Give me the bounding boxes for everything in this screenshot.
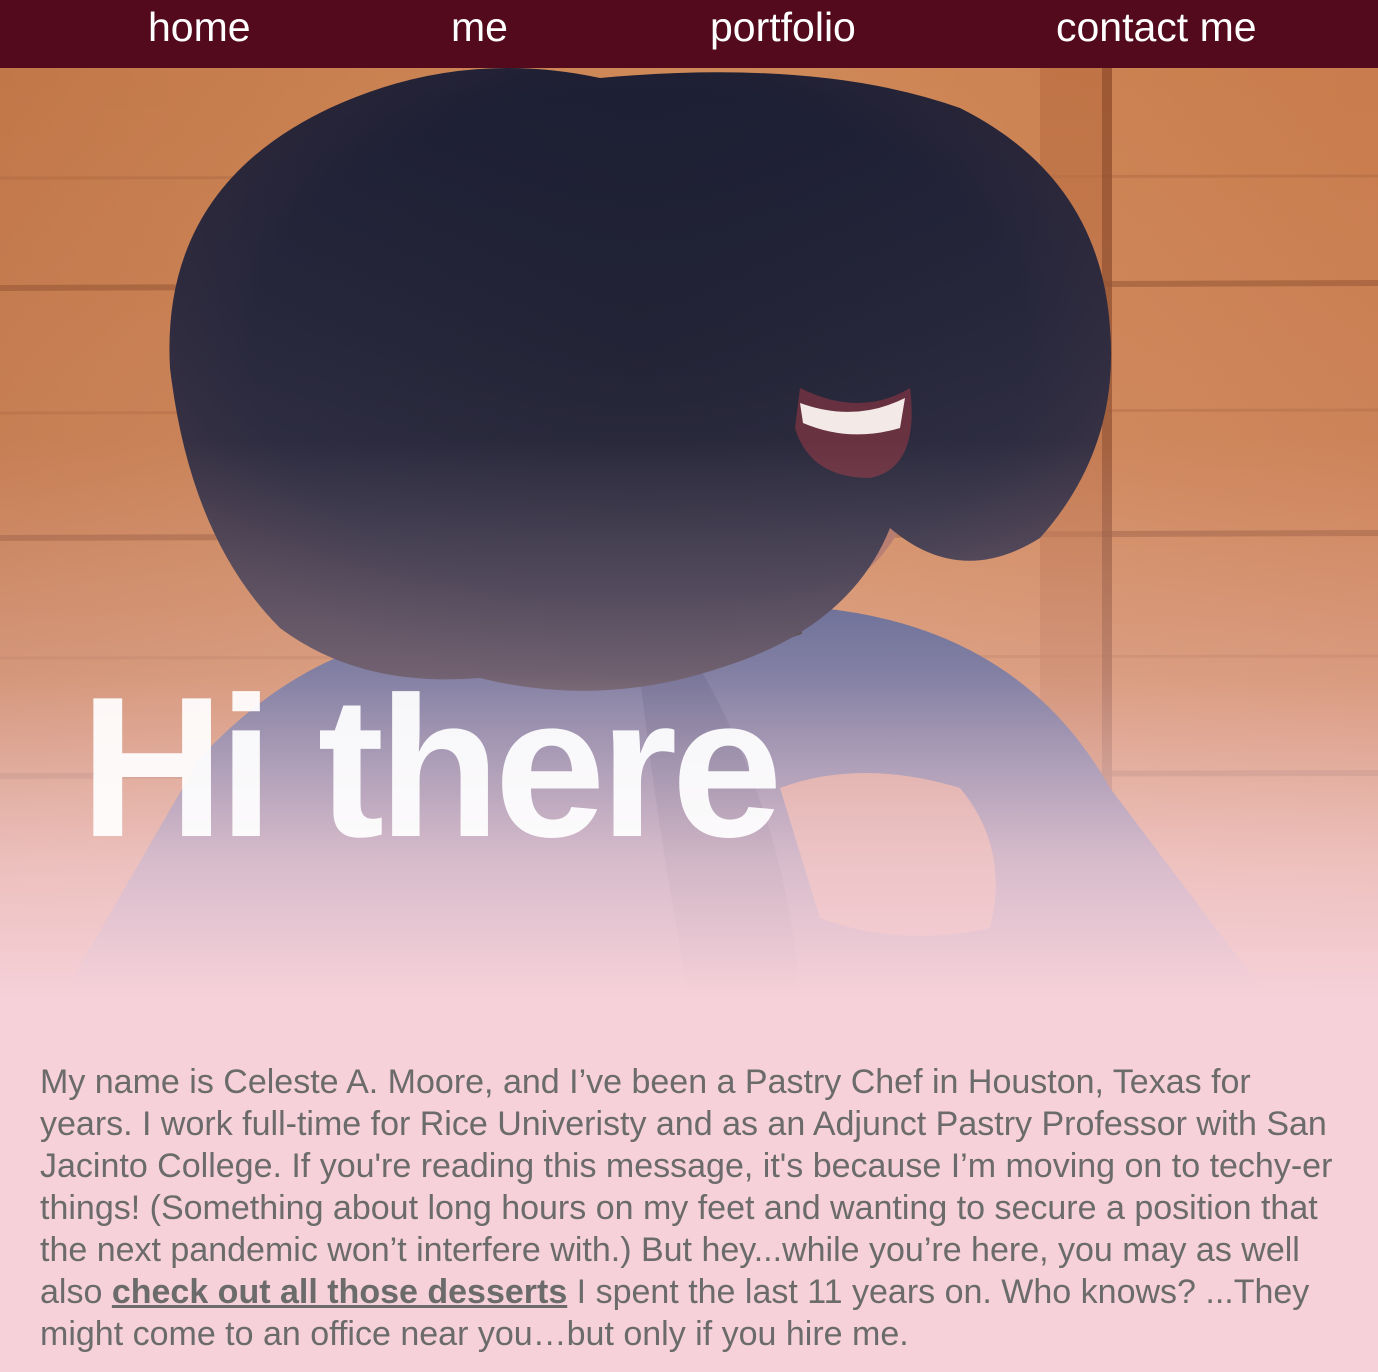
nav-me-link[interactable]: me [451, 4, 508, 50]
top-navigation: home me portfolio contact me [0, 0, 1378, 68]
desserts-portfolio-link[interactable]: check out all those desserts [112, 1273, 567, 1311]
nav-portfolio-link[interactable]: portfolio [710, 4, 856, 50]
nav-contact-link[interactable]: contact me [1056, 4, 1257, 50]
hero-title: Hi there [80, 656, 783, 879]
nav-home-link[interactable]: home [148, 4, 251, 50]
hero-section: Hi there [0, 68, 1378, 1000]
bio-paragraph: My name is Celeste A. Moore, and I’ve be… [40, 1061, 1350, 1355]
